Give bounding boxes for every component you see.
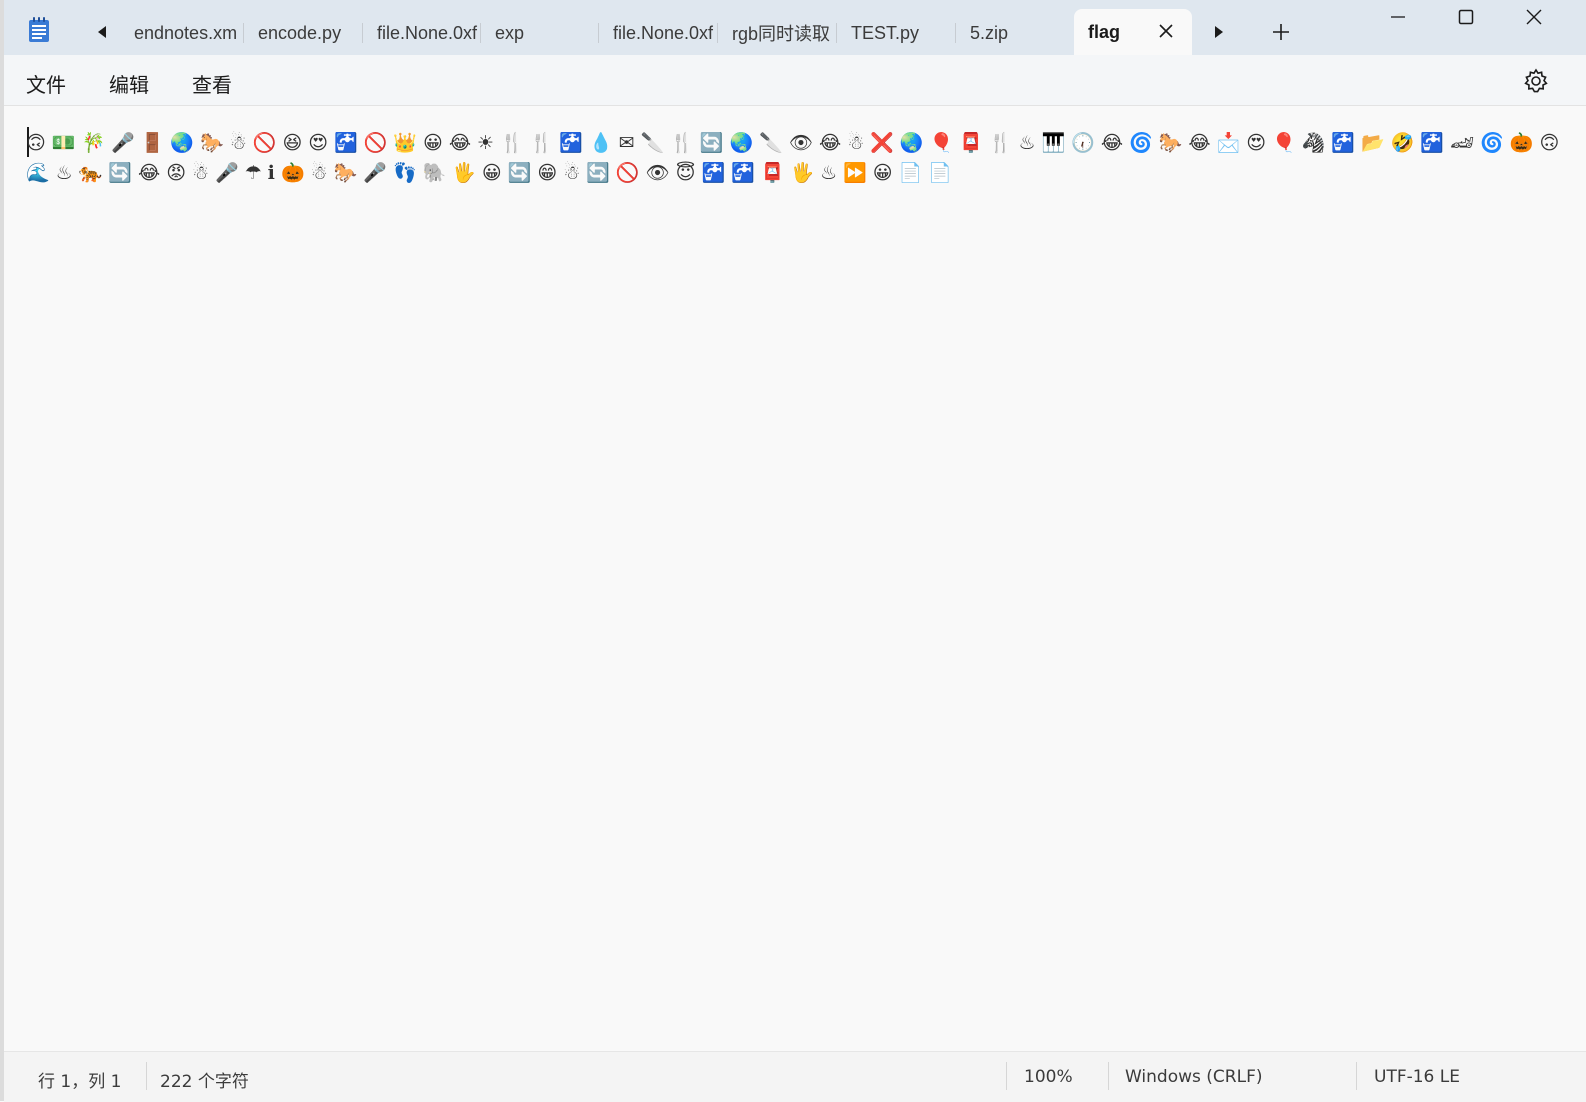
maximize-icon (1458, 9, 1474, 25)
tab-scroll-right-button[interactable] (1207, 20, 1231, 44)
tab-label: flag (1088, 22, 1121, 42)
character-count: 222 个字符 (160, 1072, 249, 1092)
text-editor[interactable]: 🙃💵🎋🎤🚪🌏🐎☃🚫😆😍🚰🚫👑😀😂☀🍴🍴🚰💧✉🔪🍴🔄🌏🔪👁😂☃❌🌏🎈📮🍴♨🎹🕡😂🌀… (4, 106, 1586, 1051)
cursor-position[interactable]: 行 1，列 1 (38, 1067, 121, 1092)
notepad-icon (29, 17, 49, 42)
plus-icon (1273, 24, 1289, 40)
tab-5-zip[interactable]: 5.zip (956, 18, 1074, 48)
tab-label: file.None.0xf (613, 22, 714, 43)
notepad-window: endnotes.xm encode.py file.None.0xf exp … (4, 0, 1586, 1102)
status-divider (1006, 1062, 1007, 1090)
tab-flag[interactable]: flag (1074, 9, 1192, 56)
status-divider (146, 1062, 147, 1090)
status-bar: 行 1，列 1 222 个字符 100% Windows (CRLF) UTF-… (4, 1051, 1586, 1102)
new-tab-button[interactable] (1268, 19, 1294, 45)
tab-file-none-2[interactable]: file.None.0xf (599, 18, 718, 48)
status-divider (1108, 1062, 1109, 1090)
title-bar: endnotes.xm encode.py file.None.0xf exp … (4, 0, 1586, 56)
tab-exp[interactable]: exp (481, 18, 599, 48)
tab-file-none-1[interactable]: file.None.0xf (363, 18, 481, 48)
minimize-icon (1391, 16, 1405, 18)
menu-bar: 文件 编辑 查看 (4, 55, 1586, 106)
tab-encode-py[interactable]: encode.py (244, 18, 363, 48)
maximize-button[interactable] (1432, 0, 1500, 34)
caret-right-icon (1215, 26, 1223, 38)
tab-endnotes[interactable]: endnotes.xm (120, 18, 244, 48)
status-divider (1356, 1062, 1357, 1090)
menu-view[interactable]: 查看 (188, 67, 236, 100)
tab-scroll-left-button[interactable] (90, 20, 114, 44)
tab-label: encode.py (258, 22, 342, 43)
editor-content[interactable]: 🙃💵🎋🎤🚪🌏🐎☃🚫😆😍🚰🚫👑😀😂☀🍴🍴🚰💧✉🔪🍴🔄🌏🔪👁😂☃❌🌏🎈📮🍴♨🎹🕡😂🌀… (26, 128, 1566, 188)
tab-label: exp (495, 22, 525, 43)
line-ending[interactable]: Windows (CRLF) (1125, 1067, 1263, 1087)
tab-test-py[interactable]: TEST.py (837, 18, 956, 48)
tab-label: 5.zip (970, 22, 1009, 43)
close-window-button[interactable] (1500, 0, 1568, 34)
minimize-button[interactable] (1364, 0, 1432, 34)
tab-label: endnotes.xm (134, 22, 238, 43)
gear-icon[interactable] (1522, 67, 1550, 95)
encoding[interactable]: UTF-16 LE (1374, 1067, 1460, 1087)
tab-label: rgb同时读取 (732, 24, 831, 44)
tab-label: file.None.0xf (377, 22, 478, 43)
caret-left-icon (98, 26, 106, 38)
zoom-level[interactable]: 100% (1024, 1067, 1073, 1087)
tab-label: TEST.py (851, 22, 920, 43)
menu-file[interactable]: 文件 (22, 67, 70, 100)
tab-rgb[interactable]: rgb同时读取 (718, 18, 837, 48)
menu-edit[interactable]: 编辑 (105, 67, 153, 100)
close-icon[interactable] (1158, 23, 1174, 39)
close-icon (1526, 9, 1542, 25)
